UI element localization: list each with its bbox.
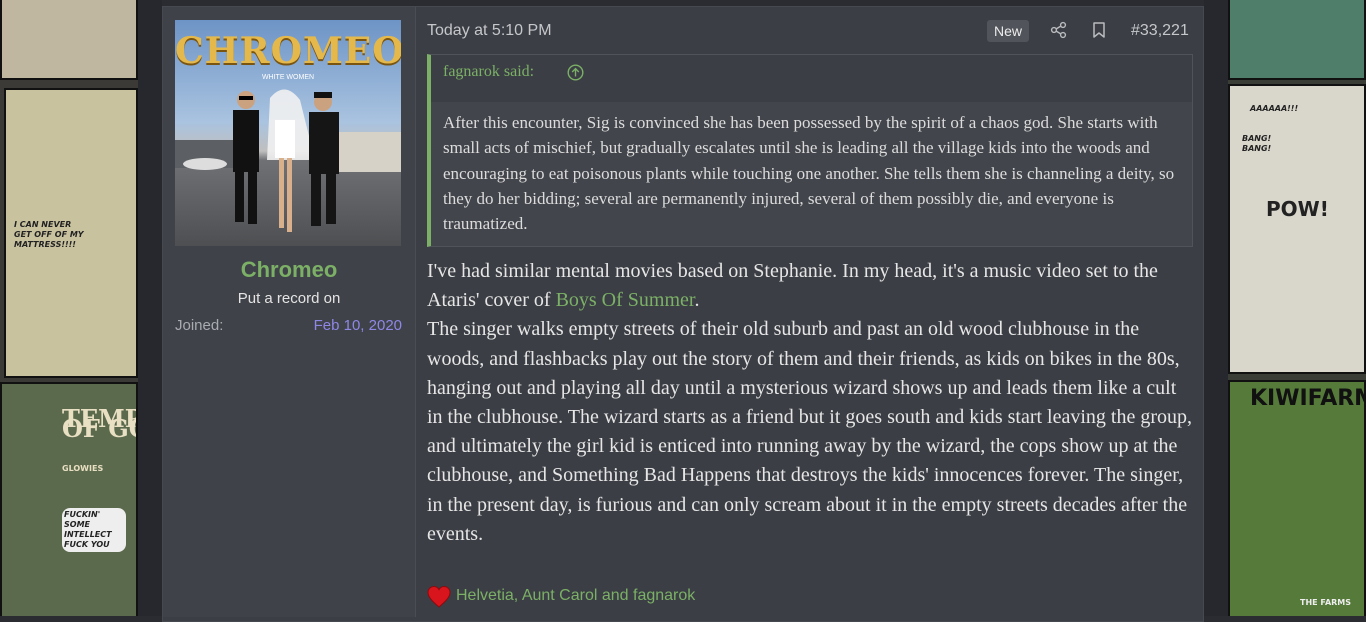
right-gutter [1204,0,1228,616]
comic-caption: BANG! BANG! [1242,134,1272,153]
left-gutter [138,0,162,616]
comic-caption: GLOWIES [62,464,104,473]
comic-caption: KIWIFARMS [1250,386,1364,411]
post-date-link[interactable]: Today at 5:10 PM [427,22,552,40]
right-comic-background: AAAAAA!!! POW! BANG! BANG! KIWIFARMS THE… [1228,0,1366,616]
post-body: I've had similar mental movies based on … [427,257,1193,549]
comic-caption: POW! [1266,197,1329,221]
post-number-link[interactable]: #33,221 [1131,22,1189,40]
new-badge: New [987,20,1030,42]
quote-author[interactable]: fagnarok said: [443,63,534,81]
comic-caption: THE FARMS [1300,598,1352,607]
arrow-up-circle-icon[interactable] [567,64,584,81]
user-avatar[interactable]: CHROMEO WHITE WOMEN [175,20,401,246]
avatar-figures [175,89,401,232]
bookmark-icon[interactable] [1090,21,1108,39]
comic-caption: FUCKIN' SOME INTELLECT FUCK YOU [62,508,126,552]
boys-of-summer-link[interactable]: Boys Of Summer [556,289,695,311]
joined-label: Joined: [175,317,224,334]
quote-text: After this encounter, Sig is convinced s… [431,102,1192,246]
comic-caption: TEMPLE OF GO [62,404,136,443]
forum-post: CHROMEO WHITE WOMEN Chromeo Put a record… [162,6,1204,622]
comic-panel: TEMPLE OF GO GLOWIES FUCKIN' SOME INTELL… [0,382,138,616]
post-body-text: I've had similar mental movies based on … [427,260,1158,312]
joined-date: Feb 10, 2020 [313,317,402,334]
post-body-paragraph: The singer walks empty streets of their … [427,318,1193,545]
comic-panel [1228,0,1366,80]
comic-caption: AAAAAA!!! [1250,104,1299,113]
post-body-text: . [694,289,700,312]
quote-block: fagnarok said: After this encounter, Sig… [427,54,1193,247]
comic-caption: I CAN NEVER GET OFF OF MY MATTRESS!!!! [14,220,84,249]
comic-panel [0,0,138,80]
left-comic-background: I CAN NEVER GET OFF OF MY MATTRESS!!!! T… [0,0,138,616]
user-sidebar: CHROMEO WHITE WOMEN Chromeo Put a record… [163,7,416,617]
share-icon[interactable] [1050,21,1068,39]
user-title: Put a record on [237,290,341,307]
reactions-list[interactable]: Helvetia, Aunt Carol and fagnarok [456,587,695,605]
comic-panel: KIWIFARMS THE FARMS [1228,380,1366,616]
comic-panel: I CAN NEVER GET OFF OF MY MATTRESS!!!! [4,88,138,378]
comic-panel: AAAAAA!!! POW! BANG! BANG! [1228,84,1366,374]
heart-reaction-icon[interactable] [426,584,452,610]
username[interactable]: Chromeo [163,257,415,283]
